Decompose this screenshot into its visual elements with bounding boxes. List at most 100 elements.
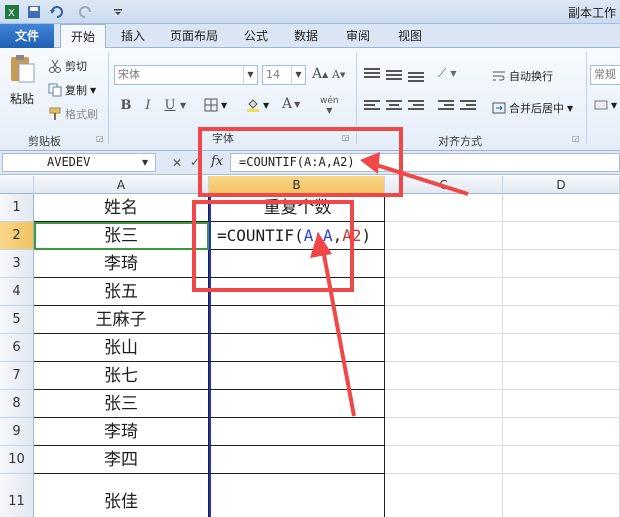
tab-review[interactable]: 审阅 — [336, 24, 380, 48]
cell-c5[interactable] — [385, 306, 503, 334]
tab-home[interactable]: 开始 — [60, 24, 106, 49]
align-bottom-icon[interactable] — [408, 72, 424, 86]
row-header[interactable]: 7 — [0, 362, 34, 390]
cell-c4[interactable] — [385, 278, 503, 306]
row-header[interactable]: 4 — [0, 278, 34, 306]
alignment-launcher-icon[interactable]: ◲ — [572, 134, 580, 143]
cell-a7[interactable]: 张七 — [34, 362, 209, 390]
cell-b9[interactable] — [209, 418, 385, 446]
cell-c3[interactable] — [385, 250, 503, 278]
cell-d3[interactable] — [503, 250, 620, 278]
cell-d2[interactable] — [503, 222, 620, 250]
align-middle-icon[interactable] — [386, 70, 402, 84]
customize-toolbar-icon[interactable] — [112, 3, 124, 20]
cell-b8[interactable] — [209, 390, 385, 418]
cell-a5[interactable]: 王麻子 — [34, 306, 209, 334]
format-painter-button[interactable]: 格式刷 — [48, 106, 98, 122]
cell-a10[interactable]: 李四 — [34, 446, 209, 474]
tab-formulas[interactable]: 公式 — [234, 24, 278, 48]
cell-b5[interactable] — [209, 306, 385, 334]
align-right-icon[interactable] — [408, 100, 424, 114]
copy-dropdown-icon[interactable]: ▼ — [90, 86, 96, 95]
italic-button[interactable]: I — [138, 95, 158, 115]
font-name-combo[interactable]: 宋体 ▼ — [114, 65, 258, 85]
cell-d9[interactable] — [503, 418, 620, 446]
cell-c8[interactable] — [385, 390, 503, 418]
cell-a3[interactable]: 李琦 — [34, 250, 209, 278]
cell-a4[interactable]: 张五 — [34, 278, 209, 306]
cell-a11[interactable]: 张佳 — [34, 474, 209, 517]
cell-b11[interactable] — [209, 474, 385, 517]
paste-button[interactable]: 粘贴 — [8, 54, 36, 107]
font-color-button[interactable]: A ▼ — [282, 96, 300, 112]
accounting-dropdown-icon[interactable]: ▼ — [611, 101, 617, 110]
undo-icon[interactable] — [48, 3, 70, 20]
cell-b7[interactable] — [209, 362, 385, 390]
cell-c1[interactable] — [385, 194, 503, 222]
cell-a6[interactable]: 张山 — [34, 334, 209, 362]
wrap-text-button[interactable]: 自动换行 — [492, 68, 553, 84]
row-header[interactable]: 8 — [0, 390, 34, 418]
underline-dropdown-icon[interactable]: ▼ — [180, 101, 186, 110]
cell-c10[interactable] — [385, 446, 503, 474]
align-center-icon[interactable] — [386, 100, 402, 114]
tab-page-layout[interactable]: 页面布局 — [160, 24, 228, 48]
save-icon[interactable] — [26, 3, 42, 20]
cell-a8[interactable]: 张三 — [34, 390, 209, 418]
phonetic-button[interactable]: wén ▼ — [320, 96, 339, 115]
cell-a2[interactable]: 张三 — [34, 222, 209, 250]
cell-a1[interactable]: 姓名 — [34, 194, 209, 222]
row-header[interactable]: 2 — [0, 222, 34, 250]
orientation-dropdown-icon[interactable]: ▼ — [450, 69, 456, 78]
font-color-dropdown-icon[interactable]: ▼ — [294, 100, 300, 109]
decrease-indent-icon[interactable] — [438, 100, 454, 114]
name-box[interactable]: AVEDEV — [2, 153, 156, 172]
cell-b10[interactable] — [209, 446, 385, 474]
merge-center-dropdown-icon[interactable]: ▼ — [567, 104, 573, 113]
cell-c6[interactable] — [385, 334, 503, 362]
cut-button[interactable]: 剪切 — [48, 58, 87, 74]
row-header[interactable]: 11 — [0, 474, 34, 517]
cell-d8[interactable] — [503, 390, 620, 418]
cell-c2[interactable] — [385, 222, 503, 250]
font-name-dropdown-icon[interactable]: ▼ — [243, 66, 257, 84]
column-header-a[interactable]: A — [34, 176, 209, 194]
number-format-combo[interactable]: 常规 — [590, 65, 620, 85]
cell-d6[interactable] — [503, 334, 620, 362]
cancel-icon[interactable]: ✕ — [172, 156, 182, 170]
cell-d1[interactable] — [503, 194, 620, 222]
row-header[interactable]: 6 — [0, 334, 34, 362]
fill-color-button[interactable]: ▼ — [246, 98, 269, 112]
name-box-dropdown-icon[interactable]: ▼ — [142, 158, 148, 167]
clipboard-launcher-icon[interactable]: ◲ — [96, 134, 104, 143]
font-size-dropdown-icon[interactable]: ▼ — [291, 66, 305, 84]
grow-font-button[interactable]: A ▲ — [312, 66, 328, 82]
column-header-d[interactable]: D — [503, 176, 620, 194]
excel-app-icon[interactable]: X — [4, 3, 20, 20]
cell-d10[interactable] — [503, 446, 620, 474]
merge-center-button[interactable]: 合并后居中 ▼ — [492, 100, 573, 116]
row-header[interactable]: 5 — [0, 306, 34, 334]
shrink-font-button[interactable]: A ▼ — [332, 68, 345, 81]
cell-d7[interactable] — [503, 362, 620, 390]
borders-button[interactable]: ▼ — [204, 98, 227, 112]
cell-c9[interactable] — [385, 418, 503, 446]
cell-d4[interactable] — [503, 278, 620, 306]
row-header[interactable]: 1 — [0, 194, 34, 222]
increase-indent-icon[interactable] — [460, 100, 476, 114]
cell-c11[interactable] — [385, 474, 503, 517]
cell-c7[interactable] — [385, 362, 503, 390]
align-top-icon[interactable] — [364, 68, 380, 82]
select-all-corner[interactable] — [0, 176, 34, 194]
cell-d11[interactable] — [503, 474, 620, 517]
font-size-combo[interactable]: 14 ▼ — [262, 65, 306, 85]
tab-file[interactable]: 文件 — [0, 24, 54, 48]
align-left-icon[interactable] — [364, 100, 380, 114]
bold-button[interactable]: B — [116, 95, 136, 115]
phonetic-dropdown-icon[interactable]: ▼ — [326, 106, 332, 115]
fill-color-dropdown-icon[interactable]: ▼ — [263, 101, 269, 110]
copy-button[interactable]: 复制 ▼ — [48, 82, 96, 98]
cell-a9[interactable]: 李琦 — [34, 418, 209, 446]
borders-dropdown-icon[interactable]: ▼ — [221, 101, 227, 110]
tab-view[interactable]: 视图 — [388, 24, 432, 48]
